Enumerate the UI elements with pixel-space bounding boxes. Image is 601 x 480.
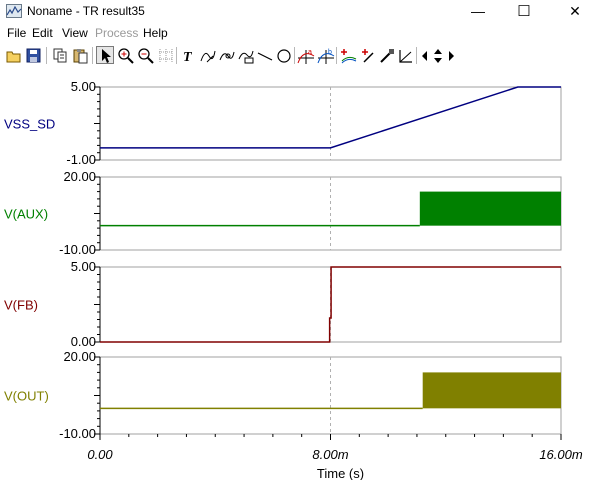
x-tick-label: 16.00m <box>539 447 583 462</box>
add-curve-button[interactable] <box>339 46 357 64</box>
line-button[interactable] <box>255 46 273 64</box>
x-tick-label: 8.00m <box>312 447 348 462</box>
add-curve-icon <box>341 49 357 64</box>
text-button[interactable]: T <box>179 46 197 65</box>
scroll-updown-button[interactable] <box>430 46 444 64</box>
close-button[interactable]: ✕ <box>552 0 598 22</box>
menu-edit[interactable]: Edit <box>32 26 53 40</box>
open-button[interactable] <box>4 46 22 64</box>
grid-button[interactable] <box>156 46 174 64</box>
menu-process[interactable]: Process <box>95 26 138 40</box>
toolbar-separator <box>92 47 93 64</box>
x-axis-label: Time (s) <box>317 466 364 480</box>
annotate-label-button[interactable] <box>236 46 254 64</box>
menu-bar: File Edit View Process Help <box>0 24 601 42</box>
y-tick-label: 20.00 <box>63 169 96 184</box>
signal-name-label: VSS_SD <box>4 117 55 132</box>
y-tick-label: -10.00 <box>59 426 96 441</box>
annotate-curve-button[interactable] <box>198 46 216 64</box>
scroll-right-icon <box>449 51 454 61</box>
annotate-point-button[interactable] <box>217 46 235 64</box>
menu-view[interactable]: View <box>62 26 88 40</box>
title-bar: Noname - TR result35 — ☐ ✕ <box>0 0 601 22</box>
toolbar-separator <box>416 47 417 64</box>
toolbar-separator <box>46 47 47 64</box>
zoom-out-button[interactable] <box>136 46 154 64</box>
zoom-in-icon <box>118 48 134 64</box>
signal-name-label: V(AUX) <box>4 207 48 222</box>
window-title: Noname - TR result35 <box>27 4 145 18</box>
line-icon <box>257 52 273 61</box>
plot-area: 5.00 -1.00 VSS_SD 20.00 -10.00 V(AUX) 5.00 0.00… <box>0 68 601 480</box>
zoom-out-icon <box>138 48 154 64</box>
menu-help[interactable]: Help <box>143 26 168 40</box>
minimize-button[interactable]: — <box>455 0 501 22</box>
pointer-button[interactable] <box>96 46 114 64</box>
y-tick-label: 5.00 <box>71 259 96 274</box>
copy-icon <box>53 48 67 63</box>
toolbar-separator <box>176 47 177 64</box>
annotate-label-icon <box>238 50 254 64</box>
paste-button[interactable] <box>71 46 89 64</box>
grid-icon <box>159 49 173 63</box>
cursor-b-button[interactable]: b <box>316 46 335 64</box>
cursor-a-button[interactable]: a <box>296 46 315 64</box>
y-tick-label: 0.00 <box>71 334 96 349</box>
open-icon <box>6 51 21 63</box>
text-icon: T <box>183 50 193 65</box>
cursor-pick-icon <box>362 49 374 63</box>
zoom-in-button[interactable] <box>116 46 134 64</box>
probe-button[interactable] <box>377 46 395 64</box>
save-button[interactable] <box>24 46 42 64</box>
angle-icon <box>399 50 412 63</box>
annotate-curve-icon <box>200 50 216 63</box>
svg-text:T: T <box>183 50 193 65</box>
y-tick-label: -1.00 <box>66 152 96 167</box>
probe-icon <box>380 49 394 63</box>
trace-band-v-out-[interactable] <box>422 372 561 409</box>
x-tick-label: 0.00 <box>87 447 113 462</box>
signal-name-label: V(FB) <box>4 298 38 313</box>
angle-button[interactable] <box>396 46 414 64</box>
cursor-b-icon: b <box>317 49 335 64</box>
circle-icon <box>277 49 291 63</box>
trace-band-v-aux-[interactable] <box>419 191 561 226</box>
save-icon <box>26 48 41 63</box>
circle-button[interactable] <box>274 46 292 64</box>
scroll-left-button[interactable] <box>418 46 430 64</box>
menu-file[interactable]: File <box>7 26 26 40</box>
svg-text:b: b <box>328 49 332 56</box>
y-tick-label: -10.00 <box>59 242 96 257</box>
signal-name-label: V(OUT) <box>4 389 49 404</box>
scroll-updown-icon <box>434 49 442 63</box>
cursor-a-icon: a <box>297 49 315 64</box>
trace-v-fb-[interactable] <box>100 266 561 343</box>
toolbar-separator <box>336 47 337 64</box>
app-icon <box>6 4 22 18</box>
annotate-point-icon <box>219 51 235 61</box>
toolbar: T a b <box>0 44 601 68</box>
y-tick-label: 20.00 <box>63 349 96 364</box>
scroll-right-button[interactable] <box>444 46 456 64</box>
toolbar-separator <box>294 47 295 64</box>
maximize-button[interactable]: ☐ <box>501 0 547 22</box>
copy-button[interactable] <box>51 46 69 64</box>
y-tick-label: 5.00 <box>71 79 96 94</box>
cursor-pick-button[interactable] <box>358 46 376 64</box>
svg-text:a: a <box>308 49 312 56</box>
pointer-icon <box>102 49 111 63</box>
paste-icon <box>73 49 88 64</box>
waveform-chart[interactable]: 5.00 -1.00 VSS_SD 20.00 -10.00 V(AUX) 5.00 0.00… <box>0 68 601 480</box>
